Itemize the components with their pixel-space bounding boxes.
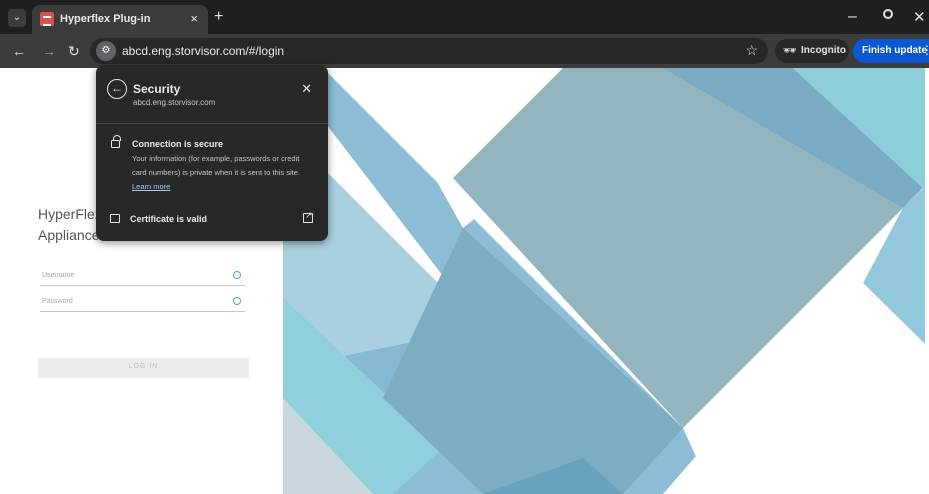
tab-close-icon[interactable]: × [190,11,198,26]
incognito-icon: 🕶 [783,45,797,57]
info-icon [233,271,241,279]
certificate-icon [110,214,120,223]
connection-desc-text: Your information (for example, passwords… [132,154,300,177]
eye-icon[interactable] [233,297,241,305]
finish-update-button[interactable]: Finish update ⋮ [853,39,929,63]
login-button-label: LOG IN [128,363,159,370]
new-tab-plus-icon[interactable]: + [214,8,223,26]
login-button[interactable]: LOG IN [38,358,249,378]
incognito-label: Incognito [801,45,846,56]
popup-title: Security [133,82,181,96]
background-artwork [283,68,929,494]
connection-title: Connection is secure [132,139,224,149]
lock-icon [111,135,121,148]
reload-icon[interactable]: ↻ [68,43,80,60]
address-bar[interactable]: ⚙ abcd.eng.storvisor.com/#/login ☆ [90,38,768,64]
app-title: HyperFlex Appliance [38,206,98,243]
learn-more-link[interactable]: Learn more [132,182,170,191]
certificate-label[interactable]: Certificate is valid [130,214,207,224]
password-field[interactable]: Password [40,296,245,312]
kebab-menu-icon[interactable]: ⋮ [921,43,929,57]
back-arrow-icon[interactable]: ← [107,79,127,99]
password-placeholder: Password [42,298,73,305]
tab-hyperflex[interactable]: Hyperflex Plug-in × [32,5,208,34]
star-icon[interactable]: ☆ [745,42,758,59]
favicon-icon [40,12,54,26]
username-field[interactable]: Username [40,270,245,286]
popup-domain: abcd.eng.storvisor.com [133,98,216,107]
site-info-icon[interactable]: ⚙ [96,41,116,61]
username-placeholder: Username [42,272,75,279]
security-popup: ← Security abcd.eng.storvisor.com ✕ Conn… [96,65,328,241]
popup-close-icon[interactable]: ✕ [301,81,312,97]
search-tabs-icon[interactable]: ⌄ [8,9,26,27]
page-edge [925,68,929,494]
restore-icon[interactable] [883,9,893,19]
external-link-icon[interactable] [303,210,313,223]
divider [96,123,328,124]
finish-update-label: Finish update [862,45,927,56]
back-icon[interactable]: ← [12,43,26,59]
url-text[interactable]: abcd.eng.storvisor.com/#/login [122,44,284,58]
connection-description: Your information (for example, passwords… [132,152,312,194]
minimize-icon[interactable]: – [848,8,857,26]
forward-icon[interactable]: → [42,43,56,59]
browser-toolbar: ← → ↻ ⚙ abcd.eng.storvisor.com/#/login ☆… [0,34,929,68]
incognito-badge[interactable]: 🕶 Incognito [775,39,849,63]
tab-strip: ⌄ Hyperflex Plug-in × + – ✕ [0,0,929,34]
tab-title: Hyperflex Plug-in [60,13,151,25]
window-close-icon[interactable]: ✕ [913,8,926,26]
